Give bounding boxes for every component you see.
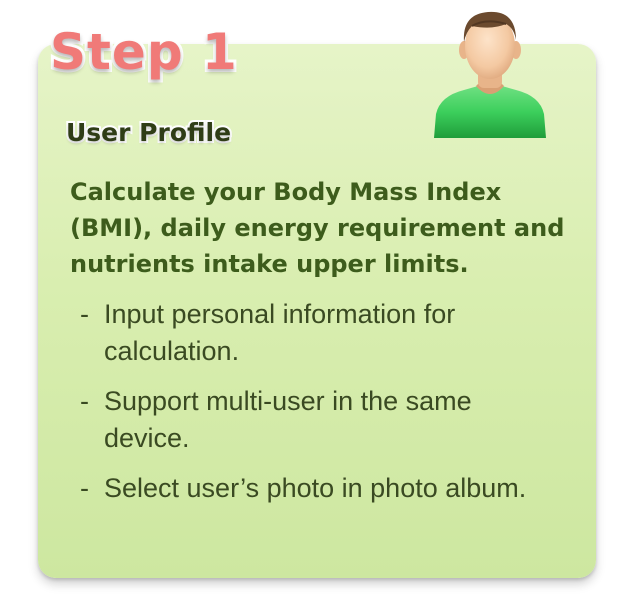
feature-item: - Support multi-user in the same device. — [80, 383, 560, 457]
feature-list: - Input personal information for calcula… — [80, 296, 560, 520]
bullet-dash: - — [80, 299, 89, 329]
feature-text: Support multi-user in the same device. — [104, 386, 472, 453]
bullet-dash: - — [80, 473, 89, 503]
feature-text: Input personal information for calculati… — [104, 299, 456, 366]
feature-item: - Select user’s photo in photo album. — [80, 470, 560, 507]
step-label: Step 1 — [47, 20, 240, 84]
user-profile-avatar-icon — [434, 11, 546, 138]
bullet-dash: - — [80, 386, 89, 416]
feature-text: Select user’s photo in photo album. — [104, 473, 527, 503]
feature-item: - Input personal information for calcula… — [80, 296, 560, 370]
section-title: User Profile — [64, 116, 233, 149]
description: Calculate your Body Mass Index (BMI), da… — [70, 178, 565, 278]
